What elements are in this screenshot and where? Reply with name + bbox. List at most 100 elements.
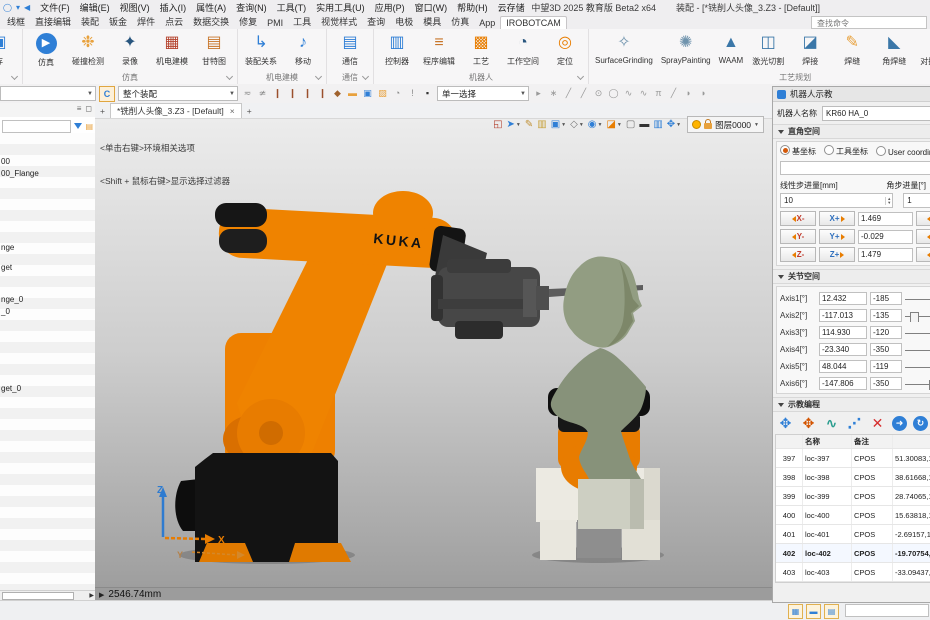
ribbon-button[interactable]: ◫激光切割	[747, 30, 789, 67]
viewport-tool-icon[interactable]: ▢	[625, 118, 636, 132]
axis-value-field[interactable]: -23.340	[819, 343, 867, 356]
filter-icon[interactable]: ╱	[577, 88, 590, 99]
menu-item[interactable]: 工具(T)	[272, 1, 312, 14]
tree-node-label[interactable]: nge	[1, 243, 14, 252]
tree-hscrollbar-thumb[interactable]	[2, 592, 74, 600]
filter-icon[interactable]: ∿	[622, 88, 635, 99]
menu-item[interactable]: 云存储	[493, 1, 530, 14]
jog-plus-button[interactable]: X+	[819, 211, 855, 226]
ribbon-button[interactable]: ♪移动	[282, 30, 324, 67]
menu-item[interactable]: 窗口(W)	[410, 1, 453, 14]
linear-step-spinner[interactable]: 10 ▲▼	[780, 193, 893, 208]
ribbon-button[interactable]: ✦录像	[109, 30, 151, 67]
ribbon-button[interactable]: ◔工作空间	[502, 30, 544, 67]
ribbon-button[interactable]: ❉碰撞检测	[67, 30, 109, 67]
angular-step-spinner[interactable]: 1 ▲▼	[903, 193, 930, 208]
menu-item[interactable]: 帮助(H)	[452, 1, 493, 14]
filter-icon[interactable]: ╱	[667, 88, 680, 99]
filter-icon[interactable]: ⊙	[592, 88, 605, 99]
radio-工具坐标[interactable]: 工具坐标	[824, 145, 868, 157]
viewport-tool-icon[interactable]: ▥	[652, 118, 663, 132]
ribbon-button[interactable]: ▥控制器	[376, 30, 418, 67]
ribbon-button[interactable]: ▤通信	[329, 30, 371, 67]
ribbon-tab-App[interactable]: App	[474, 17, 500, 29]
viewport-tool-icon[interactable]: ▬	[638, 118, 650, 132]
tree-node-label[interactable]: 00	[1, 157, 10, 166]
jog-minus-button[interactable]: X-	[780, 211, 816, 226]
ribbon-button[interactable]: ▦机电建模	[151, 30, 193, 67]
ribbon-tab-数据交换[interactable]: 数据交换	[188, 14, 234, 29]
teach-tool-icon[interactable]: ∿	[822, 414, 841, 432]
teach-tool-icon[interactable]: ✕	[868, 414, 887, 432]
teach-point-row[interactable]: 399loc-399CPOS28.74065,138.71068	[776, 487, 930, 506]
pick-mode-combo[interactable]: 单一选择▼	[437, 86, 529, 101]
ribbon-tab-钣金[interactable]: 钣金	[104, 14, 132, 29]
document-tab[interactable]: *铣削人头像_3.Z3 - [Default] ×	[110, 103, 242, 118]
statusbar-input[interactable]	[845, 604, 929, 617]
group-dialog-launcher-icon[interactable]	[315, 73, 322, 80]
ribbon-tab-点云[interactable]: 点云	[160, 14, 188, 29]
tree-node-label[interactable]: _0	[1, 307, 10, 316]
filter-icon[interactable]: ∿	[637, 88, 650, 99]
filter-icon[interactable]: ▸	[532, 88, 545, 99]
quick-access-icon[interactable]: ◀	[24, 3, 30, 12]
axis-value-field[interactable]: 114.930	[819, 326, 867, 339]
teach-tool-icon[interactable]: ✥	[776, 414, 795, 432]
group-dialog-launcher-icon[interactable]	[11, 73, 18, 80]
quick-access-icon[interactable]: ▾	[16, 3, 20, 12]
find-command-box[interactable]	[811, 16, 927, 29]
ribbon-button[interactable]: ▶仿真	[25, 30, 67, 68]
group-dialog-launcher-icon[interactable]	[226, 73, 233, 80]
axis-value-field[interactable]: -117.013	[819, 309, 867, 322]
teach-tool-icon[interactable]: ↻	[913, 416, 928, 431]
ribbon-tab-直接编辑[interactable]: 直接编辑	[30, 14, 76, 29]
ribbon-tab-视觉样式[interactable]: 视觉样式	[316, 14, 362, 29]
axis-slider[interactable]	[905, 293, 930, 305]
radio-User coordinate[interactable]: User coordinate	[876, 146, 930, 157]
lightbulb-icon[interactable]	[692, 120, 701, 129]
toolbar-icon[interactable]: ❙	[271, 88, 284, 99]
manager-filter-input[interactable]	[2, 120, 71, 133]
viewport-tool-icon[interactable]: ✎	[524, 118, 534, 132]
ribbon-button[interactable]: ✧SurfaceGrinding	[591, 30, 657, 65]
ribbon-tab-查询[interactable]: 查询	[362, 14, 390, 29]
viewport-tool-icon[interactable]: ✥▼	[666, 118, 682, 132]
teach-point-row[interactable]: 401loc-401CPOS-2.69157,144.20832	[776, 525, 930, 544]
tree-node-label[interactable]: get	[1, 263, 12, 272]
ribbon-button[interactable]: ✺SprayPainting	[657, 30, 715, 65]
tree-node-label[interactable]: nge_0	[1, 295, 23, 304]
statusbar-icon[interactable]: ▤	[824, 604, 839, 619]
statusbar-icon[interactable]: ▦	[788, 604, 803, 619]
toolbar-icon[interactable]: ≄	[256, 88, 269, 99]
axis-limit-field[interactable]: -185	[870, 292, 902, 305]
jog-minus-button[interactable]: Z-	[780, 247, 816, 262]
ribbon-button[interactable]: ▲WAAM	[715, 30, 748, 65]
axis-limit-field[interactable]: -135	[870, 309, 902, 322]
ribbon-button[interactable]: ✎焊缝	[831, 30, 873, 67]
section-cartesian-header[interactable]: 直角空间	[773, 124, 930, 139]
filter-icon[interactable]: ╱	[562, 88, 575, 99]
toolbar-icon[interactable]: ≂	[241, 88, 254, 99]
toolbar-icon[interactable]: ❙	[286, 88, 299, 99]
toolbar-icon[interactable]: ▪	[421, 88, 434, 99]
axis-value-field[interactable]: 12.432	[819, 292, 867, 305]
tree-node-label[interactable]: 00_Flange	[1, 169, 39, 178]
ribbon-button[interactable]: ◎定位	[544, 30, 586, 67]
jog-value-field[interactable]: 1.469	[858, 212, 913, 226]
tree-node-label[interactable]: get_0	[1, 384, 21, 393]
axis-limit-field[interactable]: -350	[870, 377, 902, 390]
teach-point-row[interactable]: 398loc-398CPOS38.61668,133.58518	[776, 468, 930, 487]
ribbon-tab-修复[interactable]: 修复	[234, 14, 262, 29]
teach-point-row[interactable]: 400loc-400CPOS15.63818,140.59656	[776, 506, 930, 525]
filter-options-icon[interactable]: ▤	[85, 122, 93, 131]
filter-icon[interactable]: ∗	[547, 88, 560, 99]
ribbon-button[interactable]: ▣存	[0, 30, 20, 67]
ribbon-tab-PMI[interactable]: PMI	[262, 17, 288, 29]
ribbon-button[interactable]: ◆对接焊缝	[915, 30, 930, 67]
assembly-tree[interactable]: 00 00_Flangenge get nge_0 _0 get_0	[0, 133, 95, 591]
ribbon-button[interactable]: ▤甘特图	[193, 30, 235, 67]
viewport-tool-icon[interactable]: ▣▼	[550, 118, 567, 132]
teach-point-row[interactable]: 397loc-397CPOS51.30083,128.84054	[776, 449, 930, 468]
jog-plus-button[interactable]: Z+	[819, 247, 855, 262]
section-joint-header[interactable]: 关节空间	[773, 269, 930, 284]
